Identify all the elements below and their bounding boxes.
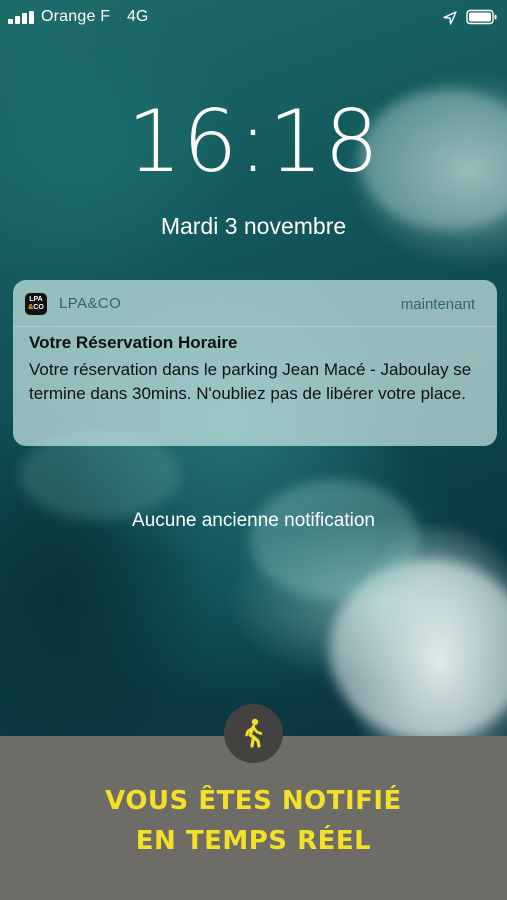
network-type: 4G xyxy=(127,8,149,25)
lockscreen-wallpaper: Orange F 4G 16:18 Mardi 3 novembre LPA &… xyxy=(0,0,507,736)
notification-card[interactable]: LPA &CO LPA&CO maintenant Votre Réservat… xyxy=(13,280,497,446)
notification-body: Votre réservation dans le parking Jean M… xyxy=(29,360,472,403)
no-older-notifications-label: Aucune ancienne notification xyxy=(132,510,375,531)
location-icon xyxy=(443,11,457,25)
app-icon-text: LPA xyxy=(29,296,43,303)
carrier-name: Orange F xyxy=(41,8,111,25)
banner-headline-line-1: VOUS ÊTES NOTIFIÉ xyxy=(105,786,402,816)
lpa-app-icon: LPA &CO xyxy=(25,293,47,315)
notification-timestamp: maintenant xyxy=(400,296,475,313)
notification-title: Votre Réservation Horaire xyxy=(29,333,238,352)
notification-app-name: LPA&CO xyxy=(59,295,122,312)
wallpaper-foam xyxy=(250,480,420,600)
battery-icon xyxy=(466,9,497,25)
walking-person-icon xyxy=(224,704,283,763)
lockscreen-time: 16:18 xyxy=(127,92,380,192)
app-icon-text: CO xyxy=(33,304,44,311)
lockscreen-date: Mardi 3 novembre xyxy=(160,213,347,239)
status-bar: Orange F 4G xyxy=(0,0,507,34)
signal-icon xyxy=(8,11,34,24)
notification-header: LPA &CO LPA&CO maintenant xyxy=(13,280,497,327)
banner-headline-line-2: EN TEMPS RÉEL xyxy=(135,826,372,856)
